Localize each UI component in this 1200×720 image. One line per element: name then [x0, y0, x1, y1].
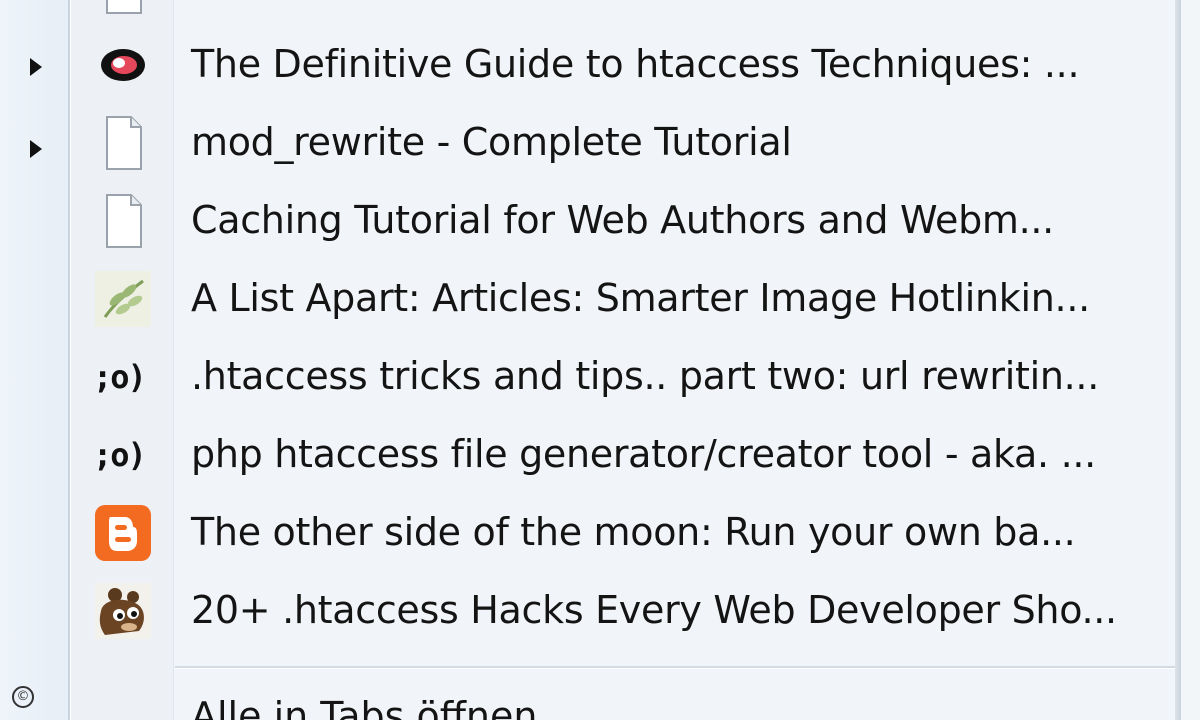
bookmark-item[interactable]: The Definitive Guide to htaccess Techniq…	[71, 26, 1171, 104]
page-icon	[106, 0, 142, 14]
screenshot-stage: © htaccess files - Ultimate .htaccess Tu…	[0, 0, 1200, 720]
page-icon	[106, 194, 142, 248]
bookmark-label: .htaccess tricks and tips.. part two: ur…	[191, 354, 1099, 398]
expand-arrow-icon[interactable]	[30, 140, 42, 158]
expand-arrow-icon[interactable]	[30, 58, 42, 76]
wink-icon: ;o)	[93, 358, 147, 396]
bookmark-label: A List Apart: Articles: Smarter Image Ho…	[191, 276, 1090, 320]
bookmarks-sidebar: ©	[0, 0, 70, 720]
bookmark-label: The Definitive Guide to htaccess Techniq…	[191, 42, 1080, 86]
bookmark-item[interactable]: ;o) .htaccess tricks and tips.. part two…	[71, 338, 1171, 416]
bookmark-item[interactable]: ;o) php htaccess file generator/creator …	[71, 416, 1171, 494]
page-icon	[106, 116, 142, 170]
bear-icon	[95, 583, 151, 639]
open-all-in-tabs-item[interactable]: Alle in Tabs öffnen	[191, 686, 537, 720]
bookmark-item-partial[interactable]: htaccess files - Ultimate .htaccess Tuto…	[71, 0, 1171, 26]
bookmark-item[interactable]: mod_rewrite - Complete Tutorial	[71, 104, 1171, 182]
bookmark-item[interactable]: 20+ .htaccess Hacks Every Web Developer …	[71, 572, 1171, 650]
bookmark-item[interactable]: Caching Tutorial for Web Authors and Web…	[71, 182, 1171, 260]
blogger-icon	[95, 505, 151, 561]
sidebar-folder-row[interactable]	[0, 48, 68, 88]
bookmarks-dropdown-menu: htaccess files - Ultimate .htaccess Tuto…	[70, 0, 1181, 720]
bookmark-item[interactable]: A List Apart: Articles: Smarter Image Ho…	[71, 260, 1171, 338]
bookmark-label: php htaccess file generator/creator tool…	[191, 432, 1096, 476]
bookmark-label: Caching Tutorial for Web Authors and Web…	[191, 198, 1054, 242]
bookmark-label: htaccess files - Ultimate .htaccess Tuto…	[191, 0, 978, 16]
menu-right-border	[1175, 0, 1181, 720]
bookmark-item[interactable]: The other side of the moon: Run your own…	[71, 494, 1171, 572]
bookmark-label: mod_rewrite - Complete Tutorial	[191, 120, 792, 164]
bookmark-label: 20+ .htaccess Hacks Every Web Developer …	[191, 588, 1117, 632]
wink-icon: ;o)	[93, 436, 147, 474]
bookmark-label: The other side of the moon: Run your own…	[191, 510, 1076, 554]
red-eye-icon	[101, 49, 145, 81]
copyright-icon: ©	[12, 686, 34, 708]
menu-separator	[175, 666, 1175, 669]
leaf-icon	[95, 271, 151, 327]
sidebar-folder-row[interactable]	[0, 130, 68, 170]
